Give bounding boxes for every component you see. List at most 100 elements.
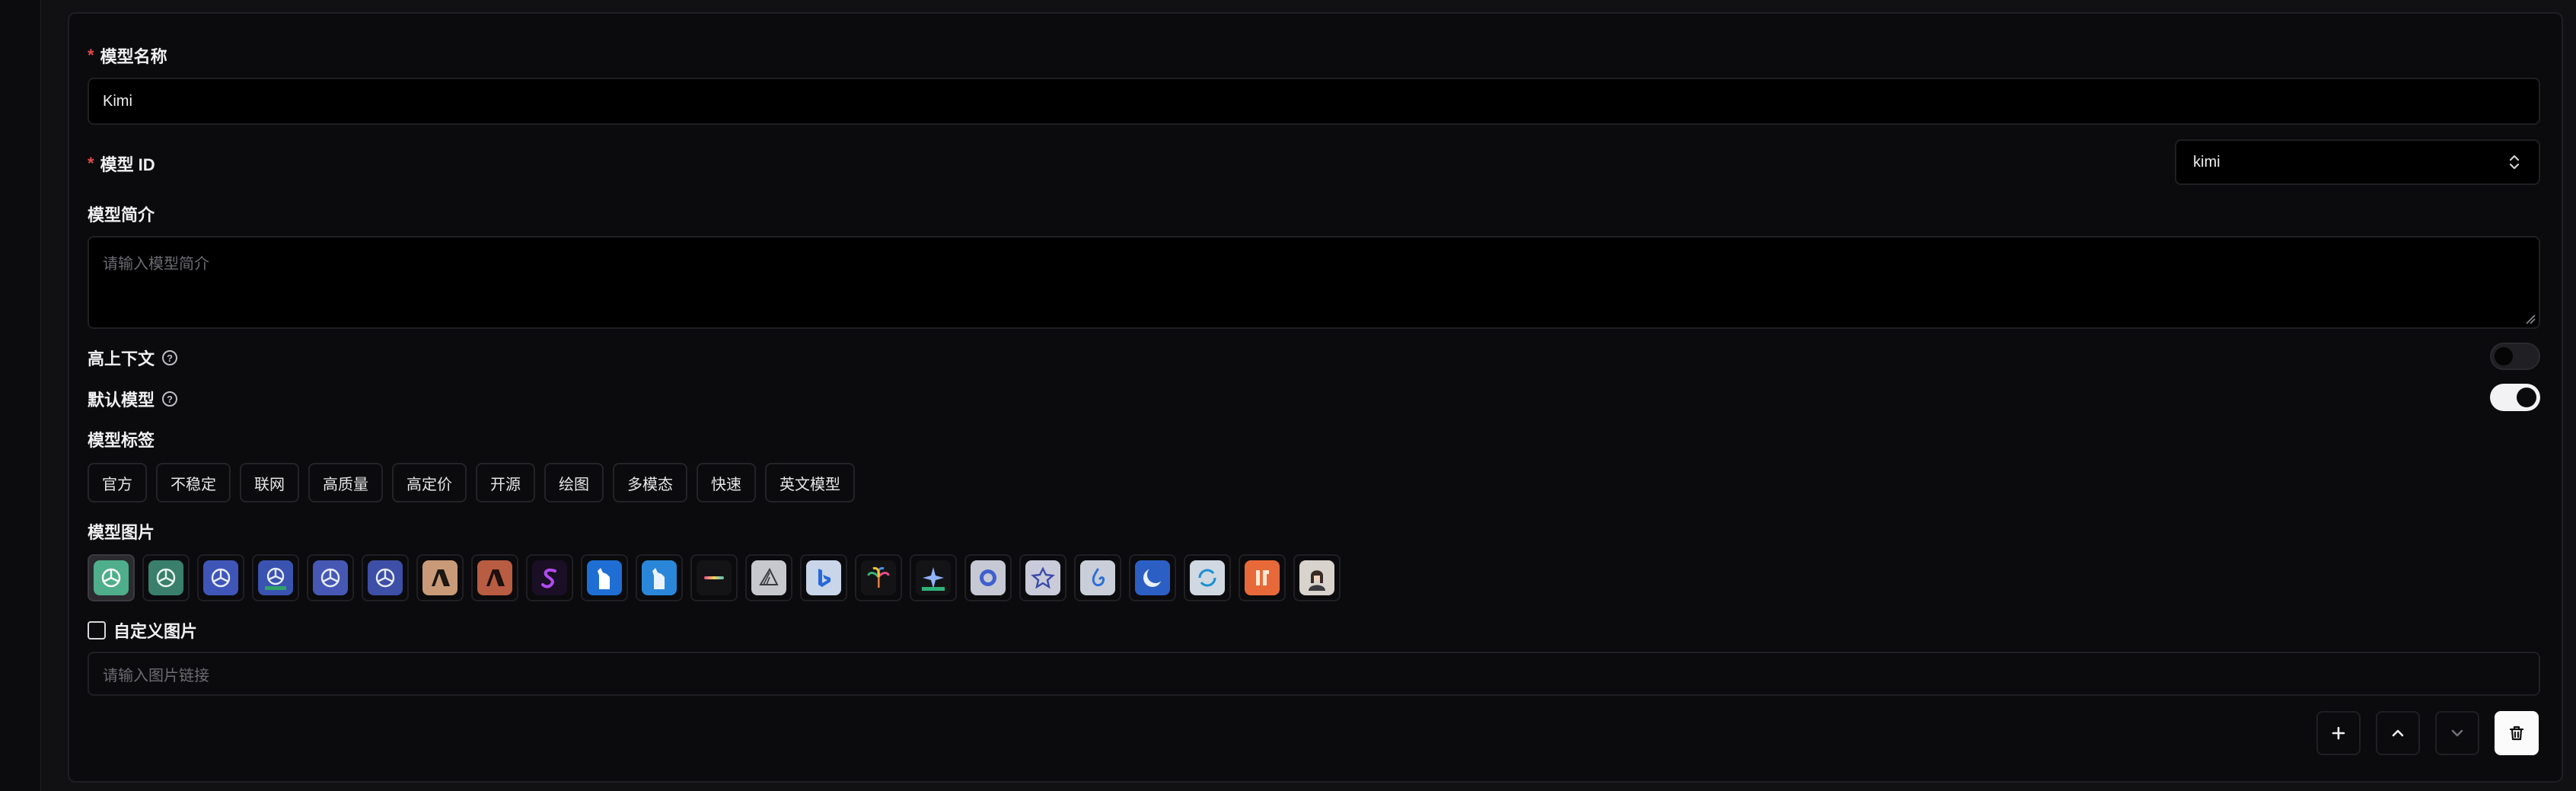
chevron-up-down-icon [2509,155,2520,170]
model-icon-option[interactable] [1184,554,1231,601]
default-model-label: 默认模型 ? [88,387,178,411]
bing-icon [806,560,841,595]
model-icon-option[interactable] [910,554,957,601]
model-desc-placeholder: 请输入模型简介 [103,256,209,273]
custom-image-row: 自定义图片 [88,618,197,643]
tag-multimodal[interactable]: 多模态 [613,463,687,502]
model-desc-label: 模型简介 [88,202,155,226]
move-down-button[interactable] [2435,711,2479,755]
model-icon-option[interactable] [142,554,190,601]
model-icon-option[interactable] [197,554,244,601]
model-name-label-text: 模型名称 [100,47,167,66]
model-icon-option[interactable] [800,554,847,601]
custom-image-checkbox[interactable] [88,621,106,639]
model-image-label-text: 模型图片 [88,523,155,542]
model-icon-option[interactable] [1074,554,1121,601]
chatglm-icon [971,560,1006,595]
model-icon-option[interactable] [964,554,1012,601]
model-image-label: 模型图片 [88,519,155,544]
model-icon-option[interactable] [471,554,518,601]
sailboat-icon [751,560,786,595]
model-desc-textarea[interactable]: 请输入模型简介 [88,236,2540,329]
model-id-select[interactable]: kimi [2175,139,2540,185]
model-icon-option[interactable] [362,554,409,601]
add-icon [2332,726,2345,740]
long-context-label: 高上下文 ? [88,346,178,370]
crescent-icon [1135,560,1170,595]
tag-fast[interactable]: 快速 [697,463,756,502]
tag-drawing[interactable]: 绘图 [544,463,604,502]
chevron-up-icon [2392,729,2404,737]
model-icon-option[interactable] [745,554,792,601]
model-name-input[interactable]: Kimi [88,78,2540,125]
model-tags-label-text: 模型标签 [88,431,155,450]
add-button[interactable] [2316,711,2361,755]
custom-image-url-input[interactable]: 请输入图片链接 [88,652,2540,696]
toggle-knob [2495,347,2513,365]
long-context-toggle[interactable] [2490,343,2540,370]
custom-image-label: 自定义图片 [113,622,198,641]
tag-unstable[interactable]: 不稳定 [156,463,231,502]
toggle-knob [2517,388,2536,407]
model-name-label: * 模型名称 [88,43,167,68]
model-icon-option[interactable] [1019,554,1066,601]
anthropic-rust-icon [477,560,512,595]
tag-high-quality[interactable]: 高质量 [308,463,383,502]
custom-image-placeholder: 请输入图片链接 [103,667,209,684]
model-image-picker [88,554,1341,601]
model-config-card: * 模型名称 Kimi * 模型 ID kimi 模型简介 请输入模型简介 高上… [68,12,2563,783]
model-icon-option[interactable] [636,554,683,601]
anthropic-tan-icon [422,560,457,595]
help-circle-icon[interactable]: ? [162,350,178,365]
tag-online[interactable]: 联网 [240,463,299,502]
move-up-button[interactable] [2376,711,2420,755]
spark-icon [1025,560,1060,595]
required-mark: * [88,46,94,65]
tag-official[interactable]: 官方 [88,463,147,502]
tag-english-model[interactable]: 英文模型 [765,463,855,502]
ji-icon [1245,560,1280,595]
model-id-label-text: 模型 ID [100,155,155,174]
help-circle-icon[interactable]: ? [162,391,178,407]
model-icon-option[interactable] [581,554,628,601]
llama-blue-icon [587,560,622,595]
cycle-icon [1190,560,1225,595]
chevron-down-icon [2451,729,2463,737]
model-icon-option[interactable] [1239,554,1286,601]
model-icon-option[interactable] [307,554,354,601]
default-model-toggle[interactable] [2490,384,2540,411]
tag-open-source[interactable]: 开源 [476,463,535,502]
trash-icon [2509,726,2524,741]
baichuan-icon [1080,560,1115,595]
stable-s-purple-icon [532,560,567,595]
delete-button[interactable] [2495,711,2539,755]
model-icon-option[interactable] [690,554,738,601]
default-model-label-text: 默认模型 [88,391,155,410]
model-tags-label: 模型标签 [88,427,155,451]
model-icon-option[interactable] [88,554,135,601]
model-icon-option[interactable] [416,554,464,601]
resize-handle-icon[interactable] [2525,314,2536,324]
openai-blue-icon [368,560,403,595]
model-icon-option[interactable] [1129,554,1176,601]
avatar-portrait-icon [1299,560,1334,595]
gradient-bar-icon [697,560,732,595]
long-context-label-text: 高上下文 [88,349,155,368]
palm-tree-icon [861,560,896,595]
openai-blue-4-icon [258,560,293,595]
sparkle-icon [916,560,951,595]
model-icon-option[interactable] [855,554,902,601]
openai-teal-icon [148,560,183,595]
model-name-value: Kimi [103,92,132,110]
tag-high-price[interactable]: 高定价 [392,463,467,502]
llama-light-blue-icon [642,560,677,595]
model-tags-list: 官方 不稳定 联网 高质量 高定价 开源 绘图 多模态 快速 英文模型 [88,463,855,502]
model-icon-option[interactable] [526,554,573,601]
openai-blue-icon [203,560,238,595]
model-desc-label-text: 模型简介 [88,206,155,225]
openai-green-icon [94,560,129,595]
model-icon-option[interactable] [252,554,299,601]
model-id-selected: kimi [2193,153,2221,171]
required-mark: * [88,154,94,173]
model-icon-option[interactable] [1293,554,1341,601]
